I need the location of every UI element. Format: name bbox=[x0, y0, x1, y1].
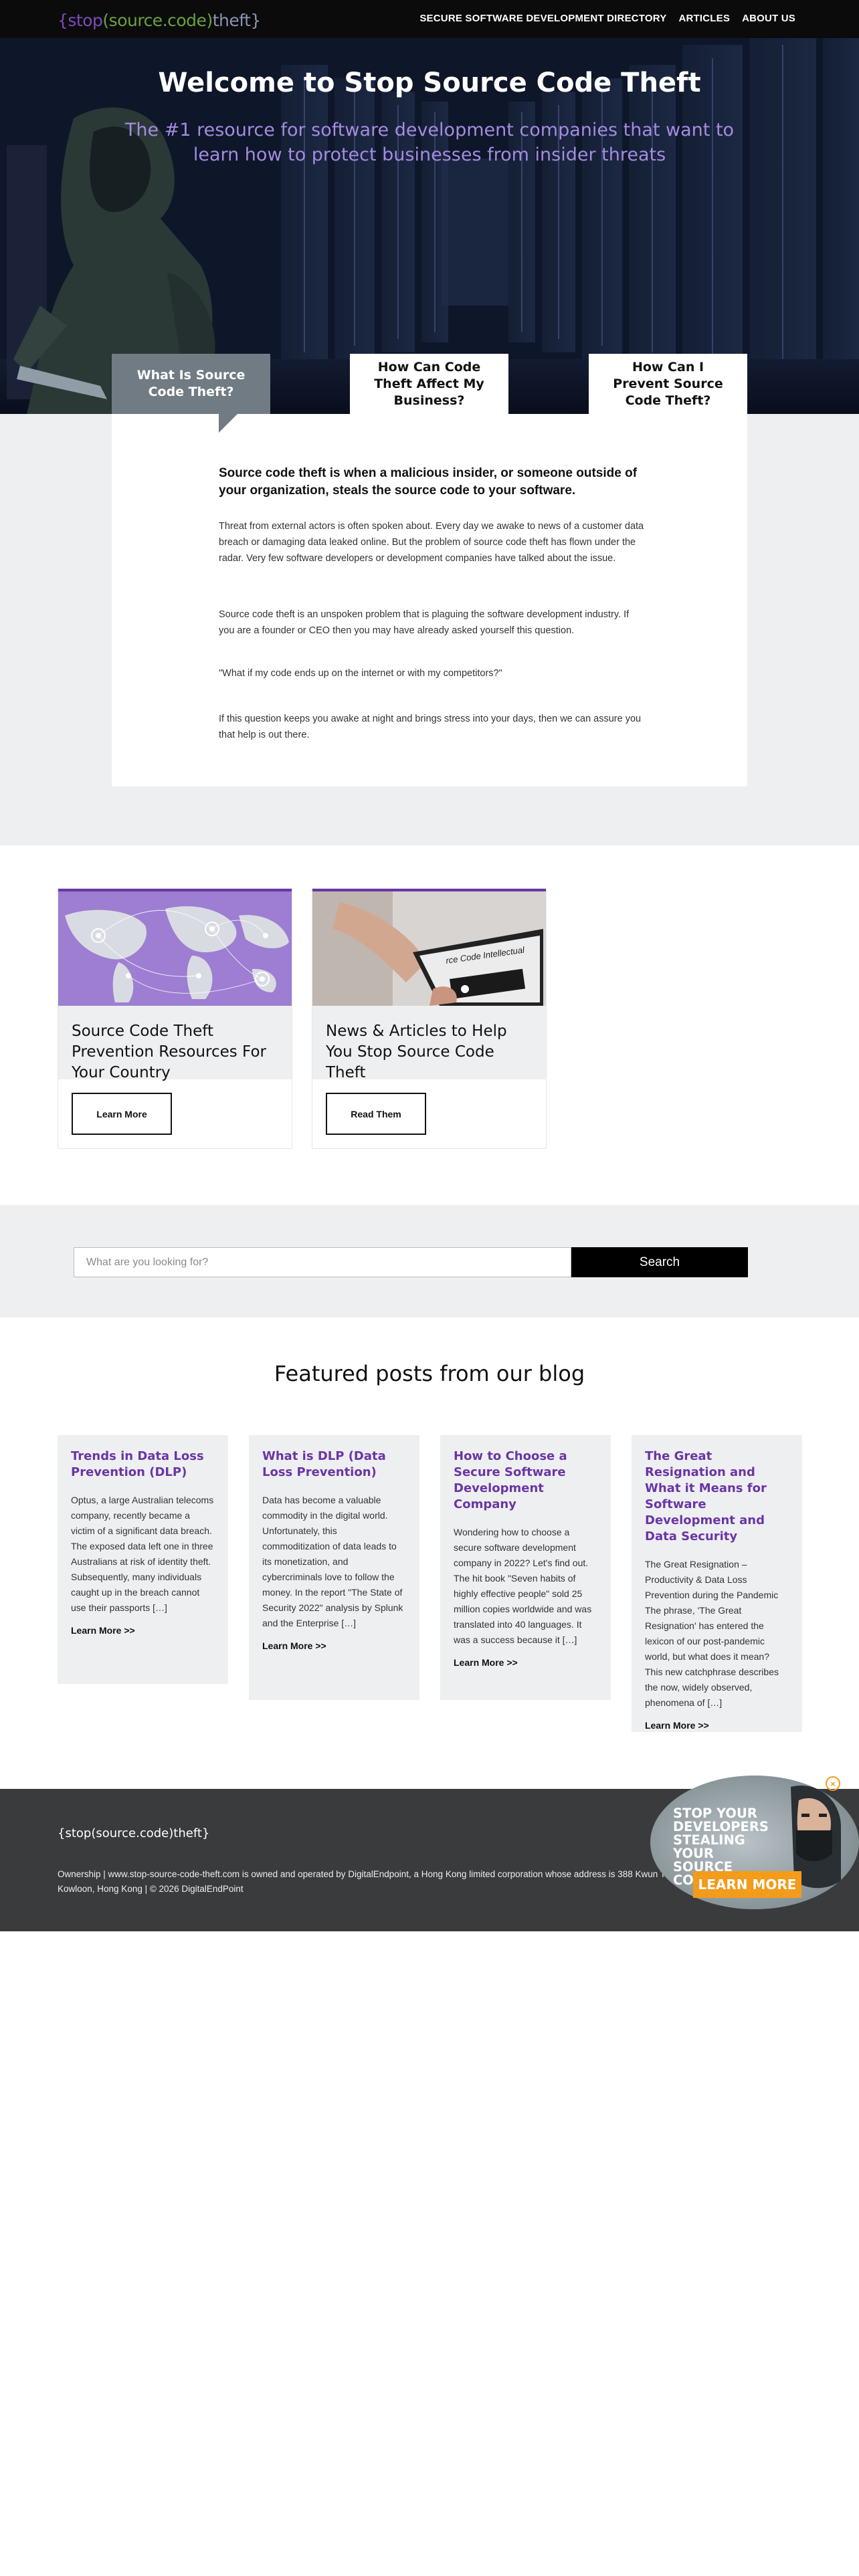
top-nav: {stop(source.code)theft} SECURE SOFTWARE… bbox=[0, 0, 859, 38]
card-title-box: Source Code Theft Prevention Resources F… bbox=[58, 1006, 292, 1081]
search-button[interactable]: Search bbox=[571, 1247, 748, 1277]
logo-part: theft} bbox=[212, 11, 262, 30]
close-icon[interactable]: × bbox=[826, 1776, 840, 1791]
card-title: News & Articles to Help You Stop Source … bbox=[326, 1023, 507, 1081]
post-learn-more-link[interactable]: Learn More >> bbox=[645, 1720, 789, 1731]
post-excerpt: Optus, a large Australian telecoms compa… bbox=[71, 1495, 214, 1613]
learn-more-button[interactable]: Learn More bbox=[72, 1093, 172, 1135]
resources-card: Source Code Theft Prevention Resources F… bbox=[58, 888, 292, 1149]
hero-title: Welcome to Stop Source Code Theft bbox=[158, 68, 701, 98]
logo-part: ) bbox=[206, 11, 213, 30]
active-tab-pointer bbox=[219, 414, 237, 433]
nav-link-directory[interactable]: SECURE SOFTWARE DEVELOPMENT DIRECTORY bbox=[419, 13, 666, 24]
card-title-box: News & Articles to Help You Stop Source … bbox=[312, 1006, 546, 1081]
hero-subtitle: The #1 resource for software development… bbox=[124, 120, 735, 165]
blog-post-card: The Great Resignation and What it Means … bbox=[632, 1435, 802, 1732]
promo-popup[interactable]: Stop your developers stealing your sourc… bbox=[650, 1774, 859, 1911]
post-excerpt: Wondering how to choose a secure softwar… bbox=[454, 1527, 592, 1645]
post-learn-more-link[interactable]: Learn More >> bbox=[71, 1625, 215, 1636]
tab-prevention[interactable]: How Can I Prevent Source Code Theft? bbox=[589, 354, 747, 414]
post-learn-more-link[interactable]: Learn More >> bbox=[262, 1640, 406, 1651]
blog-post-card: What is DLP (Data Loss Prevention) Data … bbox=[249, 1435, 419, 1700]
nav-links: SECURE SOFTWARE DEVELOPMENT DIRECTORY AR… bbox=[419, 13, 795, 24]
search-section: Search bbox=[0, 1205, 859, 1317]
tab-what-is-theft[interactable]: What Is Source Code Theft? bbox=[112, 354, 270, 414]
post-title[interactable]: What is DLP (Data Loss Prevention) bbox=[262, 1448, 406, 1481]
post-excerpt: Data has become a valuable commodity in … bbox=[262, 1495, 403, 1628]
tablet-image: rce Code Intellectual bbox=[312, 889, 546, 1006]
tab-business-impact[interactable]: How Can Code Theft Affect My Business? bbox=[350, 354, 508, 414]
nav-link-about[interactable]: ABOUT US bbox=[742, 13, 795, 24]
post-title[interactable]: Trends in Data Loss Prevention (DLP) bbox=[71, 1448, 215, 1481]
post-learn-more-link[interactable]: Learn More >> bbox=[454, 1657, 597, 1668]
site-logo[interactable]: {stop(source.code)theft} bbox=[58, 11, 261, 30]
world-map-image bbox=[58, 889, 292, 1006]
panel-lead-text: Source code theft is when a malicious in… bbox=[219, 466, 638, 498]
blog-post-card: How to Choose a Secure Software Developm… bbox=[440, 1435, 611, 1700]
post-excerpt: The Great Resignation – Productivity & D… bbox=[645, 1559, 779, 1708]
footer-logo[interactable]: {stop(source.code)theft} bbox=[58, 1826, 209, 1840]
nav-link-articles[interactable]: ARTICLES bbox=[678, 13, 730, 24]
news-card: rce Code Intellectual News & Articles to… bbox=[312, 888, 547, 1149]
card-title: Source Code Theft Prevention Resources F… bbox=[72, 1023, 266, 1081]
post-title[interactable]: The Great Resignation and What it Means … bbox=[645, 1448, 789, 1545]
blog-heading: Featured posts from our blog bbox=[274, 1361, 585, 1386]
panel-paragraph: "What if my code ends up on the internet… bbox=[219, 668, 502, 679]
promo-learn-more-button[interactable]: LEARN MORE bbox=[693, 1871, 801, 1898]
read-them-button[interactable]: Read Them bbox=[326, 1093, 426, 1135]
panel-paragraph: Threat from external actors is often spo… bbox=[219, 521, 644, 564]
search-input[interactable] bbox=[74, 1247, 571, 1277]
post-title[interactable]: How to Choose a Secure Software Developm… bbox=[454, 1448, 597, 1513]
tab-content-panel: Source code theft is when a malicious in… bbox=[112, 414, 747, 786]
blog-post-card: Trends in Data Loss Prevention (DLP) Opt… bbox=[58, 1435, 228, 1684]
logo-part: source.code bbox=[108, 11, 207, 30]
panel-paragraph: Source code theft is an unspoken problem… bbox=[219, 609, 630, 636]
panel-paragraph: If this question keeps you awake at nigh… bbox=[219, 714, 642, 740]
logo-part: {stop bbox=[58, 11, 103, 30]
logo-part: ( bbox=[102, 11, 109, 30]
footer-ownership-text: Ownership | www.stop-source-code-theft.c… bbox=[58, 1869, 706, 1894]
